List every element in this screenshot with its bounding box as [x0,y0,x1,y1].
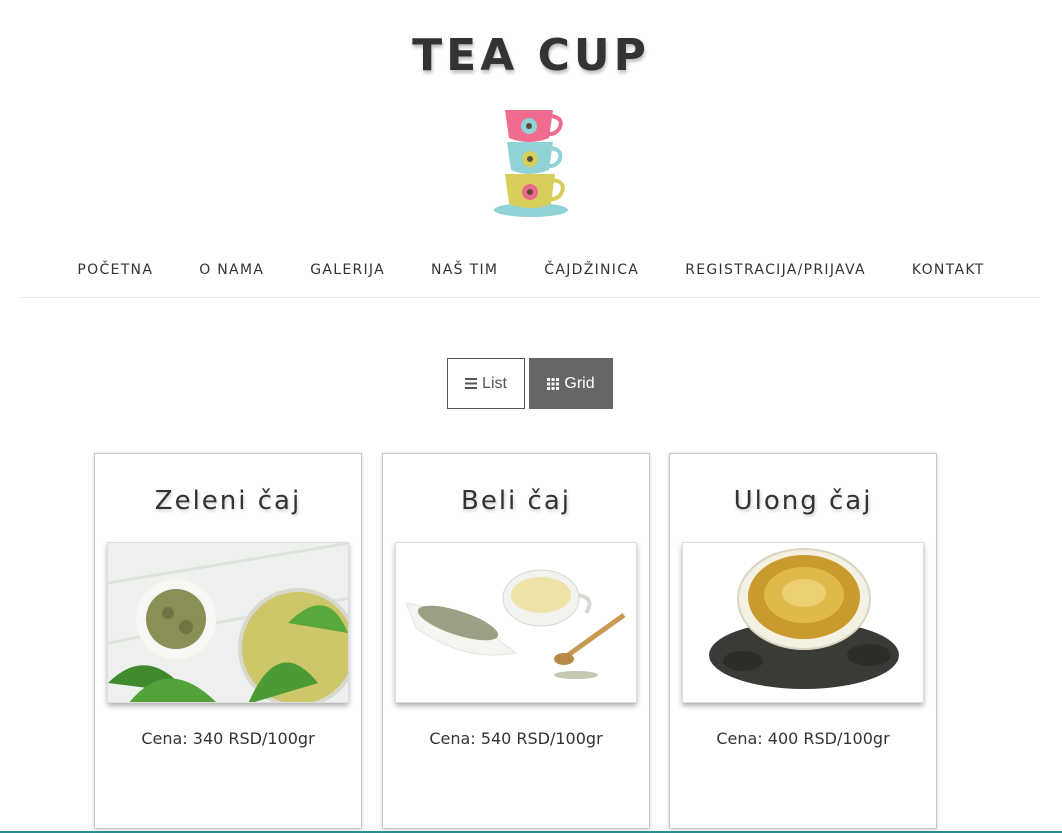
product-price: Cena: 400 RSD/100gr [716,729,890,748]
list-icon [465,378,478,389]
product-price: Cena: 540 RSD/100gr [429,729,603,748]
list-view-button[interactable]: List [447,358,525,409]
tea-cups-logo [491,104,571,220]
product-card-beli-caj[interactable]: Beli čaj Cena: 540 RSD/100gr [382,453,650,829]
grid-view-label: Grid [564,374,595,392]
white-tea-image [395,542,637,703]
view-toggle: List Grid [447,358,613,409]
product-title: Zeleni čaj [154,486,302,516]
nav-item-o-nama[interactable]: O NAMA [199,258,264,282]
product-card-zeleni-caj[interactable]: Zeleni čaj Cena: 340 RSD/100gr [94,453,362,829]
oolong-tea-image [682,542,924,703]
green-tea-image [107,542,349,703]
nav-item-galerija[interactable]: GALERIJA [310,258,385,282]
site-title: TEA CUP [412,30,650,81]
grid-view-button[interactable]: Grid [529,358,613,409]
nav-item-cajdzinica[interactable]: ČAJDŽINICA [544,258,639,282]
nav-item-kontakt[interactable]: KONTAKT [912,258,985,282]
product-price: Cena: 340 RSD/100gr [141,729,315,748]
product-title: Beli čaj [461,486,571,516]
nav-item-pocetna[interactable]: POČETNA [77,258,153,282]
grid-icon [547,377,560,390]
nav-divider [21,297,1039,298]
list-view-label: List [482,374,507,392]
nav-item-nas-tim[interactable]: NAŠ TIM [431,258,498,282]
product-title: Ulong čaj [733,486,873,516]
nav-item-registracija-prijava[interactable]: REGISTRACIJA/PRIJAVA [685,258,866,282]
main-nav: POČETNA O NAMA GALERIJA NAŠ TIM ČAJDŽINI… [0,258,1062,282]
product-card-ulong-caj[interactable]: Ulong čaj Cena: 400 RSD/100gr [669,453,937,829]
